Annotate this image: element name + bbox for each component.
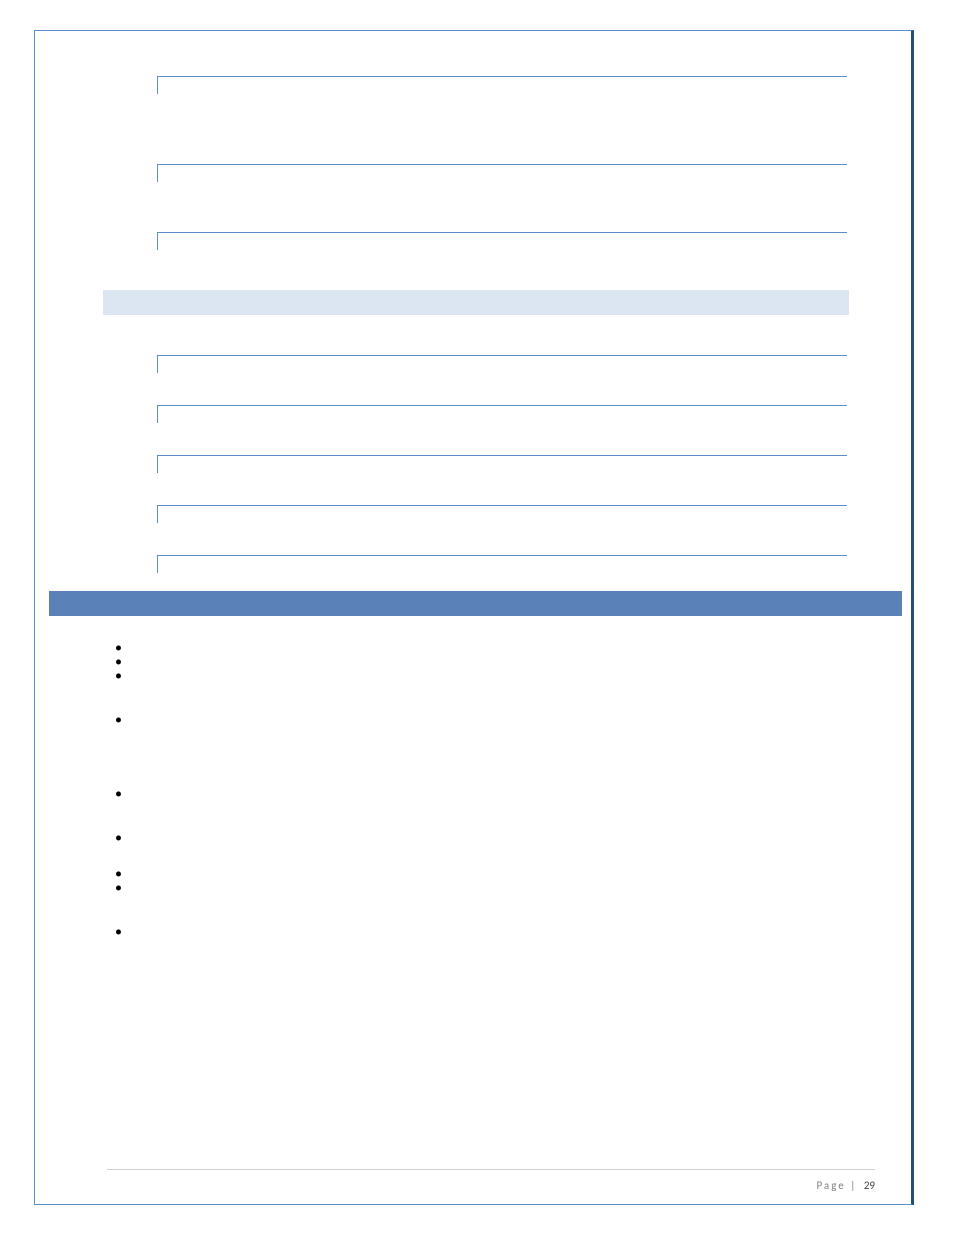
list-item bbox=[115, 641, 911, 655]
footer-label: Page bbox=[816, 1179, 845, 1192]
bullet-list bbox=[115, 867, 911, 895]
form-row bbox=[35, 355, 911, 373]
form-field[interactable] bbox=[157, 505, 847, 523]
bullet-list bbox=[115, 925, 911, 939]
form-field[interactable] bbox=[157, 232, 847, 250]
page-footer: Page | 29 bbox=[816, 1179, 875, 1192]
bullet-list bbox=[115, 641, 911, 683]
form-field[interactable] bbox=[157, 555, 847, 573]
bullet-list bbox=[115, 831, 911, 845]
form-row bbox=[35, 555, 911, 573]
list-item bbox=[115, 787, 911, 801]
list-item bbox=[115, 925, 911, 939]
form-field[interactable] bbox=[157, 405, 847, 423]
list-item bbox=[115, 655, 911, 669]
form-row bbox=[35, 505, 911, 523]
form-row bbox=[35, 232, 911, 250]
form-row bbox=[35, 76, 911, 94]
form-field[interactable] bbox=[157, 164, 847, 182]
list-item bbox=[115, 713, 911, 727]
page-frame: Page | 29 bbox=[34, 30, 914, 1205]
list-item bbox=[115, 881, 911, 895]
form-field[interactable] bbox=[157, 76, 847, 94]
list-item bbox=[115, 831, 911, 845]
page-content: Page | 29 bbox=[35, 31, 911, 1204]
list-item bbox=[115, 669, 911, 683]
form-field[interactable] bbox=[157, 355, 847, 373]
bullet-list bbox=[115, 713, 911, 727]
section-header bbox=[49, 591, 902, 616]
footer-rule bbox=[107, 1169, 875, 1170]
form-row bbox=[35, 164, 911, 182]
page-number: 29 bbox=[864, 1179, 875, 1192]
document-page: Page | 29 bbox=[0, 0, 954, 1235]
subsection-header bbox=[103, 290, 849, 315]
footer-separator: | bbox=[850, 1179, 857, 1192]
form-row bbox=[35, 455, 911, 473]
bullet-list bbox=[115, 787, 911, 801]
form-row bbox=[35, 405, 911, 423]
form-field[interactable] bbox=[157, 455, 847, 473]
list-item bbox=[115, 867, 911, 881]
